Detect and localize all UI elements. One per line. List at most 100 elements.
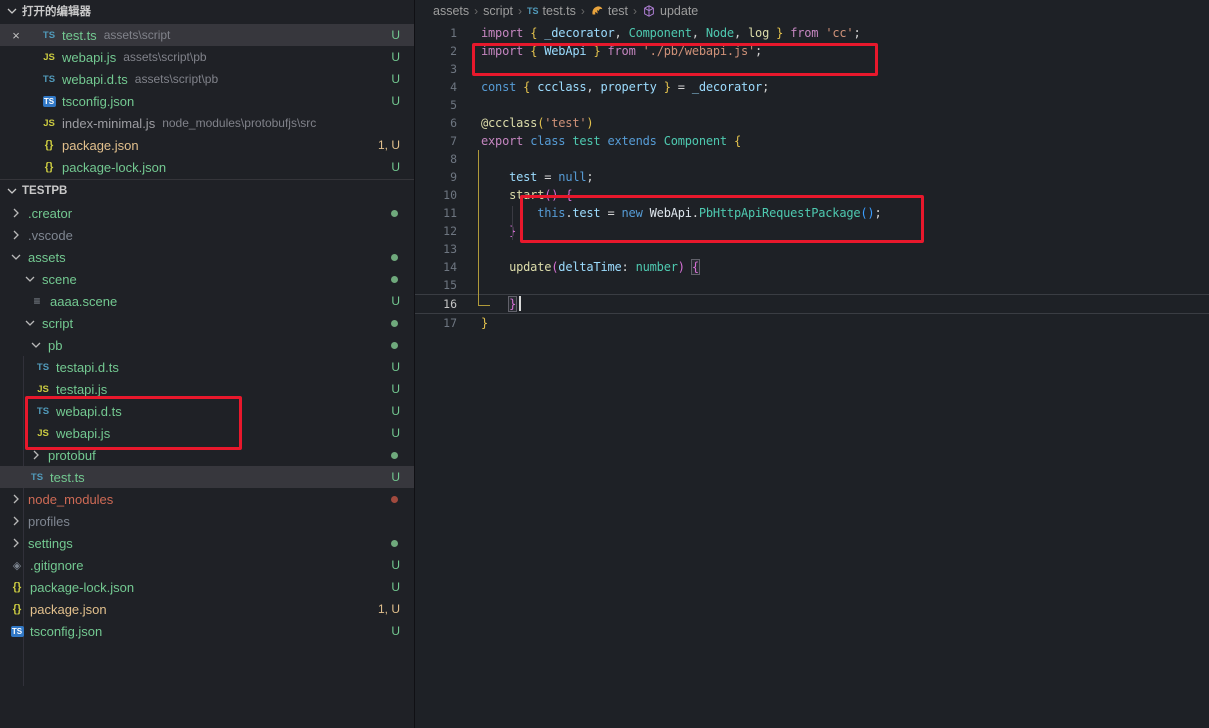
open-editor-item-index-minimal.js[interactable]: JSindex-minimal.jsnode_modules\protobufj… [0, 112, 414, 134]
code-line-4[interactable]: 4const { ccclass, property } = _decorato… [415, 78, 1209, 96]
tree-item-label: scene [42, 272, 77, 287]
open-editor-item-package-lock.json[interactable]: {}package-lock.jsonU [0, 156, 414, 178]
breadcrumb-item-test.ts[interactable]: TStest.ts [527, 4, 576, 18]
code-line-9[interactable]: 9 test = null; [415, 168, 1209, 186]
open-editors-header[interactable]: 打开的编辑器 [0, 0, 414, 22]
chevron-down-icon [28, 337, 44, 353]
explorer-sidebar: 打开的编辑器 ×TStest.tsassets\scriptUJSwebapi.… [0, 0, 415, 728]
close-icon[interactable]: × [8, 28, 24, 43]
git-status-dot [391, 254, 398, 261]
line-number[interactable]: 17 [415, 316, 457, 330]
file-name: tsconfig.json [62, 94, 134, 109]
tree-file-test.ts[interactable]: TStest.tsU [0, 466, 414, 488]
tree-folder-node_modules[interactable]: node_modules [0, 488, 414, 510]
json-file-icon: {} [8, 581, 26, 593]
code-line-11[interactable]: 11 this.test = new WebApi.PbHttpApiReque… [415, 204, 1209, 222]
tree-folder-script[interactable]: script [0, 312, 414, 334]
tree-item-label: protobuf [48, 448, 96, 463]
tree-folder-profiles[interactable]: profiles [0, 510, 414, 532]
javascript-file-icon: JS [40, 52, 58, 63]
code-line-6[interactable]: 6@ccclass('test') [415, 114, 1209, 132]
code-line-1[interactable]: 1import { _decorator, Component, Node, l… [415, 24, 1209, 42]
code-line-3[interactable]: 3 [415, 60, 1209, 78]
tree-file-tsconfig.json[interactable]: TStsconfig.jsonU [0, 620, 414, 642]
line-number[interactable]: 15 [415, 278, 457, 292]
file-name: webapi.js [62, 50, 116, 65]
text-cursor [519, 296, 521, 311]
tree-folder-pb[interactable]: pb [0, 334, 414, 356]
code-line-10[interactable]: 10 start() { [415, 186, 1209, 204]
line-number[interactable]: 14 [415, 260, 457, 274]
tree-folder-settings[interactable]: settings [0, 532, 414, 554]
tree-file-testapi.d.ts[interactable]: TStestapi.d.tsU [0, 356, 414, 378]
code-line-7[interactable]: 7export class test extends Component { [415, 132, 1209, 150]
tsconfig-file-icon: TS [11, 626, 24, 637]
line-number[interactable]: 5 [415, 98, 457, 112]
file-path: assets\script [104, 28, 171, 42]
line-number[interactable]: 7 [415, 134, 457, 148]
line-content: this.test = new WebApi.PbHttpApiRequestP… [457, 206, 882, 220]
line-number[interactable]: 6 [415, 116, 457, 130]
tree-file-webapi.d.ts[interactable]: TSwebapi.d.tsU [0, 400, 414, 422]
open-editor-item-tsconfig.json[interactable]: TStsconfig.jsonU [0, 90, 414, 112]
code-line-2[interactable]: 2import { WebApi } from './pb/webapi.js'… [415, 42, 1209, 60]
tree-file-package-lock.json[interactable]: {}package-lock.jsonU [0, 576, 414, 598]
json-file-icon: {} [8, 603, 26, 615]
tree-folder-assets[interactable]: assets [0, 246, 414, 268]
tree-folder-.vscode[interactable]: .vscode [0, 224, 414, 246]
line-number[interactable]: 8 [415, 152, 457, 166]
open-editor-item-test.ts[interactable]: ×TStest.tsassets\scriptU [0, 24, 414, 46]
git-status-dot [391, 320, 398, 327]
breadcrumb-item-test[interactable]: test [590, 4, 628, 18]
tree-folder-protobuf[interactable]: protobuf [0, 444, 414, 466]
code-line-12[interactable]: 12 } [415, 222, 1209, 240]
line-number[interactable]: 12 [415, 224, 457, 238]
tree-item-label: profiles [28, 514, 70, 529]
git-status-badge: U [391, 426, 400, 440]
line-number[interactable]: 16 [415, 297, 457, 311]
breadcrumb: assets›script›TStest.ts›test›update [415, 0, 1209, 22]
line-number[interactable]: 11 [415, 206, 457, 220]
method-symbol-icon [642, 4, 656, 18]
file-name: index-minimal.js [62, 116, 155, 131]
open-editor-item-package.json[interactable]: {}package.json1, U [0, 134, 414, 156]
vscode-window: 打开的编辑器 ×TStest.tsassets\scriptUJSwebapi.… [0, 0, 1209, 728]
git-status-dot [391, 276, 398, 283]
chevron-right-icon [28, 447, 44, 463]
line-number[interactable]: 2 [415, 44, 457, 58]
breadcrumb-item-assets[interactable]: assets [433, 4, 469, 18]
breadcrumb-separator: › [518, 4, 522, 18]
code-line-14[interactable]: 14 update(deltaTime: number) { [415, 258, 1209, 276]
tree-item-label: testapi.js [56, 382, 107, 397]
javascript-file-icon: JS [34, 384, 52, 395]
tree-item-label: pb [48, 338, 62, 353]
tree-folder-.creator[interactable]: .creator [0, 202, 414, 224]
tree-file-webapi.js[interactable]: JSwebapi.jsU [0, 422, 414, 444]
breadcrumb-item-script[interactable]: script [483, 4, 513, 18]
tree-file-package.json[interactable]: {}package.json1, U [0, 598, 414, 620]
project-header[interactable]: TESTPB [0, 180, 414, 202]
line-number[interactable]: 13 [415, 242, 457, 256]
tree-file-testapi.js[interactable]: JStestapi.jsU [0, 378, 414, 400]
tree-file-aaaa.scene[interactable]: ≡aaaa.sceneU [0, 290, 414, 312]
code-line-16[interactable]: 16 } [415, 294, 1209, 314]
tree-item-label: testapi.d.ts [56, 360, 119, 375]
line-number[interactable]: 9 [415, 170, 457, 184]
open-editor-item-webapi.d.ts[interactable]: TSwebapi.d.tsassets\script\pbU [0, 68, 414, 90]
code-line-8[interactable]: 8 [415, 150, 1209, 168]
breadcrumb-item-update[interactable]: update [642, 4, 698, 18]
code-area[interactable]: 1import { _decorator, Component, Node, l… [415, 24, 1209, 332]
code-line-13[interactable]: 13 [415, 240, 1209, 258]
line-number[interactable]: 4 [415, 80, 457, 94]
code-line-17[interactable]: 17} [415, 314, 1209, 332]
code-line-15[interactable]: 15 [415, 276, 1209, 294]
line-number[interactable]: 3 [415, 62, 457, 76]
typescript-file-icon: TS [34, 362, 52, 373]
code-line-5[interactable]: 5 [415, 96, 1209, 114]
open-editor-item-webapi.js[interactable]: JSwebapi.jsassets\script\pbU [0, 46, 414, 68]
git-status-badge: U [391, 470, 400, 484]
line-number[interactable]: 1 [415, 26, 457, 40]
tree-folder-scene[interactable]: scene [0, 268, 414, 290]
line-number[interactable]: 10 [415, 188, 457, 202]
tree-file-.gitignore[interactable]: ◈.gitignoreU [0, 554, 414, 576]
